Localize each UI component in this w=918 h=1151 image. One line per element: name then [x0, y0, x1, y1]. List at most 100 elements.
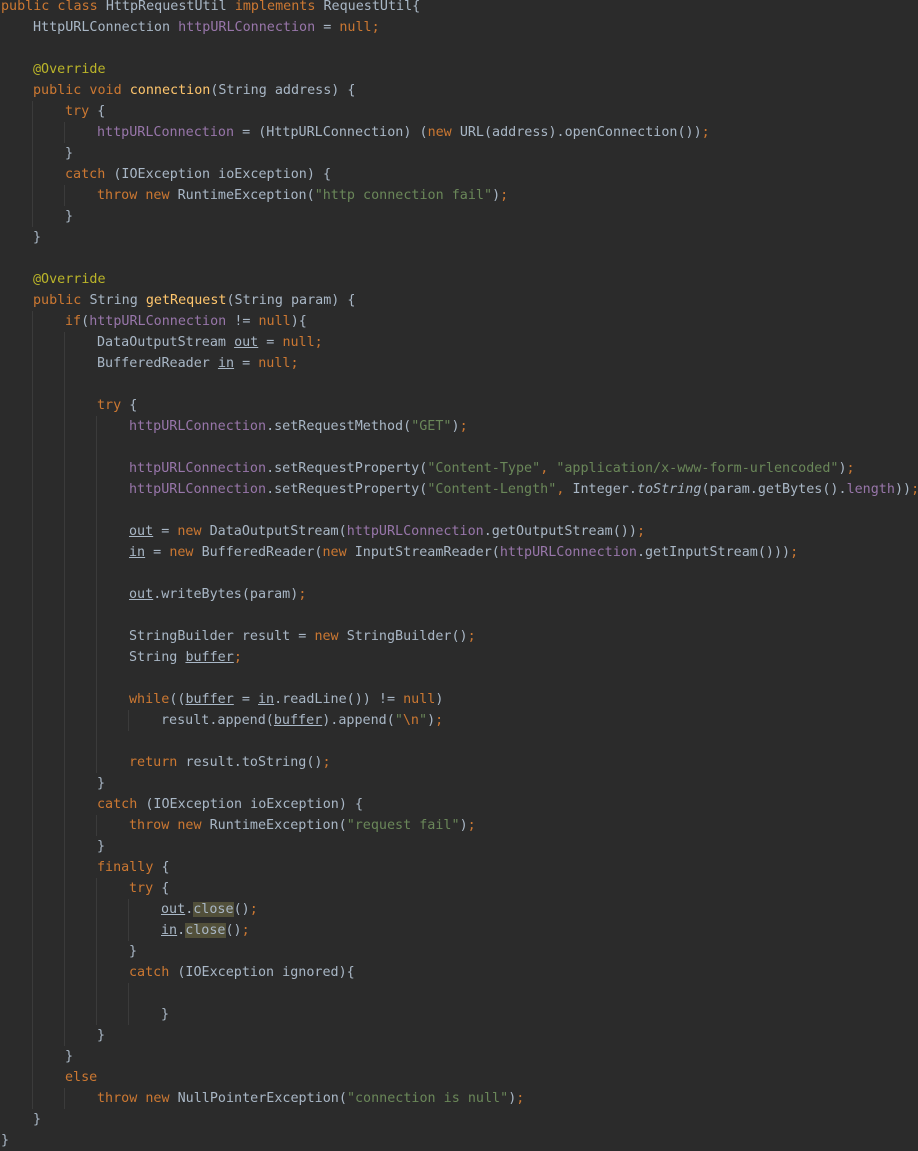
code-token: buffer: [273, 713, 323, 728]
code-line[interactable]: catch (IOException ioException) {: [65, 164, 331, 185]
code-token: null;: [258, 356, 299, 371]
code-token: {: [97, 104, 106, 119]
code-line[interactable]: catch (IOException ioException) {: [97, 794, 363, 815]
code-line[interactable]: throw new RuntimeException("http connect…: [97, 185, 508, 206]
code-line[interactable]: httpURLConnection.setRequestProperty("Co…: [129, 458, 855, 479]
code-line[interactable]: out.close();: [161, 899, 258, 920]
code-token: .setRequestMethod(: [266, 419, 412, 434]
indent-guide: [64, 185, 65, 206]
code-token: in: [258, 692, 275, 707]
code-token: out: [234, 335, 259, 350]
code-line[interactable]: while((buffer = in.readLine()) != null): [129, 689, 443, 710]
code-line[interactable]: BufferedReader in = null;: [97, 353, 299, 374]
code-line[interactable]: return result.toString();: [129, 752, 331, 773]
code-token: if: [65, 314, 82, 329]
code-token: ;: [790, 545, 799, 560]
code-line[interactable]: in = new BufferedReader(new InputStreamR…: [129, 542, 798, 563]
code-line[interactable]: httpURLConnection.setRequestProperty("Co…: [129, 479, 918, 500]
code-line[interactable]: httpURLConnection = (HttpURLConnection) …: [97, 122, 710, 143]
code-line[interactable]: try {: [97, 395, 137, 416]
code-line[interactable]: HttpURLConnection httpURLConnection = nu…: [33, 17, 380, 38]
code-token: (param.getBytes().: [701, 482, 847, 497]
code-line[interactable]: try {: [65, 101, 105, 122]
code-line[interactable]: out.writeBytes(param);: [129, 584, 306, 605]
code-token: RuntimeException(: [177, 188, 315, 203]
code-token: new: [427, 125, 460, 140]
code-line[interactable]: public String getRequest(String param) {: [33, 290, 356, 311]
code-line[interactable]: @Override: [33, 59, 106, 80]
code-line[interactable]: }: [129, 941, 137, 962]
code-line[interactable]: }: [33, 1109, 41, 1130]
code-token: throw new: [97, 188, 178, 203]
code-line[interactable]: catch (IOException ignored){: [129, 962, 355, 983]
code-token: .: [177, 923, 186, 938]
code-token: (): [233, 902, 250, 917]
code-line[interactable]: }: [65, 206, 73, 227]
code-editor[interactable]: public class HttpRequestUtil implements …: [0, 0, 918, 1151]
code-token: ;: [249, 902, 258, 917]
code-token: new: [314, 629, 347, 644]
code-line[interactable]: else: [65, 1067, 97, 1088]
code-token: out: [129, 587, 154, 602]
code-token: ;: [636, 524, 645, 539]
code-line[interactable]: finally {: [97, 857, 170, 878]
code-token: {: [161, 881, 170, 896]
code-line[interactable]: }: [65, 1046, 73, 1067]
indent-guide: [128, 899, 129, 941]
indent-guide: [64, 332, 65, 1046]
code-token: catch: [97, 797, 146, 812]
code-token: in: [129, 545, 146, 560]
code-token: =: [233, 692, 258, 707]
code-line[interactable]: public void connection(String address) {: [33, 80, 356, 101]
code-token: httpURLConnection: [89, 314, 235, 329]
code-line[interactable]: }: [97, 836, 105, 857]
code-token: ): [492, 188, 501, 203]
indent-guide: [64, 1088, 65, 1109]
code-token: length: [846, 482, 895, 497]
code-line[interactable]: }: [65, 143, 73, 164]
code-line[interactable]: httpURLConnection.setRequestMethod("GET"…: [129, 416, 468, 437]
code-token: else: [65, 1070, 98, 1085]
code-token: httpURLConnection: [178, 20, 324, 35]
code-token: }: [97, 839, 106, 854]
code-line[interactable]: String buffer;: [129, 647, 242, 668]
code-token: out: [161, 902, 186, 917]
code-line[interactable]: try {: [129, 878, 169, 899]
code-line[interactable]: if(httpURLConnection != null){: [65, 311, 307, 332]
indent-guide: [96, 815, 97, 836]
code-line[interactable]: }: [1, 1130, 9, 1151]
code-line[interactable]: @Override: [33, 269, 106, 290]
code-token: .readLine()) !=: [274, 692, 404, 707]
code-token: httpURLConnection: [129, 461, 267, 476]
code-line[interactable]: result.append(buffer).append("\n");: [161, 710, 443, 731]
code-line[interactable]: }: [97, 1025, 105, 1046]
code-line[interactable]: DataOutputStream out = null;: [97, 332, 323, 353]
code-token: "Content-Length": [427, 482, 557, 497]
code-line[interactable]: out = new DataOutputStream(httpURLConnec…: [129, 521, 645, 542]
code-line[interactable]: in.close();: [161, 920, 250, 941]
code-line[interactable]: StringBuilder result = new StringBuilder…: [129, 626, 476, 647]
code-token: }: [1, 1133, 10, 1148]
code-token: URL(address).openConnection()): [459, 125, 702, 140]
code-token: while: [129, 692, 170, 707]
code-line[interactable]: }: [33, 227, 41, 248]
code-token: BufferedReader: [97, 356, 218, 371]
code-token: in: [217, 356, 235, 371]
code-token: catch: [129, 965, 178, 980]
code-line[interactable]: }: [97, 773, 105, 794]
code-token: {: [129, 398, 138, 413]
code-token: httpURLConnection: [499, 545, 637, 560]
code-token: httpURLConnection: [129, 419, 267, 434]
code-token: null;: [282, 335, 323, 350]
code-line[interactable]: }: [161, 1004, 169, 1025]
code-line[interactable]: throw new NullPointerException("connecti…: [97, 1088, 524, 1109]
code-token: connection: [129, 83, 211, 98]
code-token: String: [89, 293, 146, 308]
code-token: .writeBytes(param): [153, 587, 299, 602]
code-token: public class: [1, 0, 106, 14]
code-token: throw new: [129, 818, 210, 833]
code-line[interactable]: public class HttpRequestUtil implements …: [1, 0, 420, 17]
code-token: @Override: [33, 62, 106, 77]
code-line[interactable]: throw new RuntimeException("request fail…: [129, 815, 476, 836]
code-token: ): [838, 461, 847, 476]
